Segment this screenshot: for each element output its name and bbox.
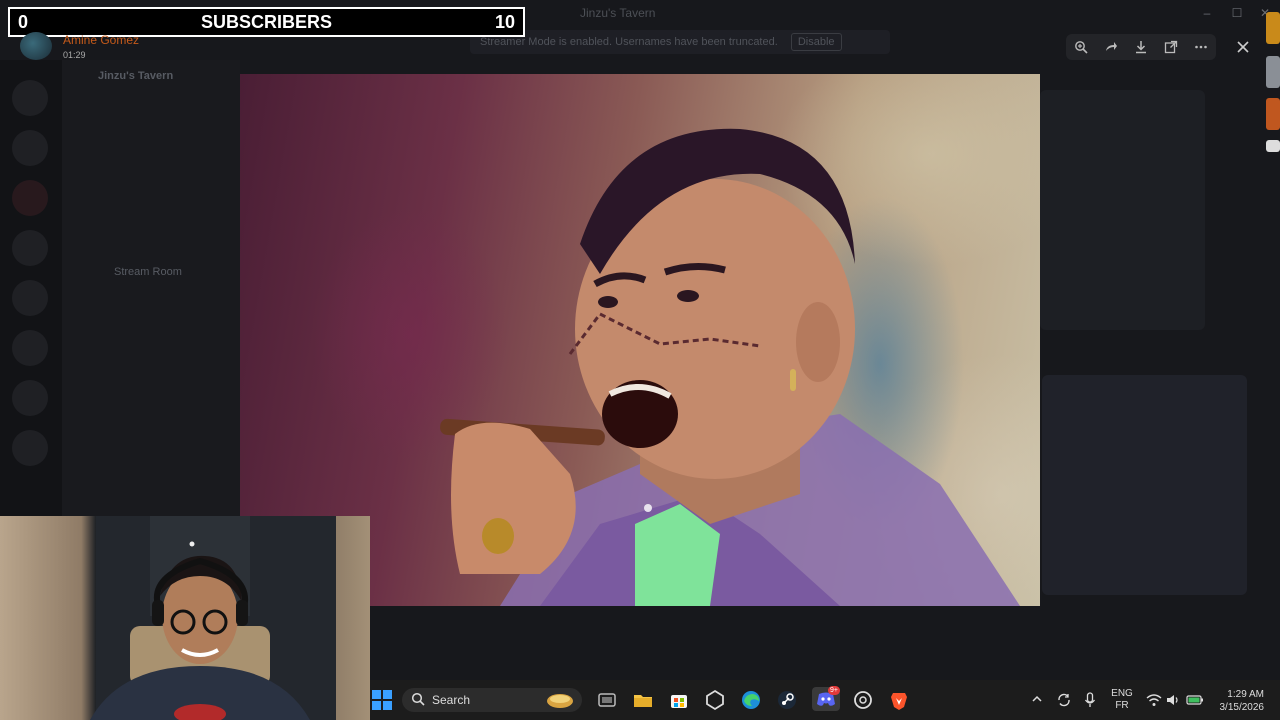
language-code: ENG — [1111, 688, 1133, 699]
server-icon[interactable] — [12, 280, 48, 316]
discord-notification-badge: 9+ — [828, 686, 840, 695]
file-explorer-icon[interactable] — [632, 689, 654, 711]
channel-stream-room[interactable]: Stream Room — [114, 266, 182, 278]
author-name[interactable]: Amine Gomez — [63, 33, 139, 47]
subscriber-goal: 10 — [494, 12, 515, 32]
server-icon[interactable] — [12, 430, 48, 466]
server-icon[interactable] — [12, 80, 48, 116]
avatar[interactable] — [20, 32, 52, 60]
streamer-mode-notice: Streamer Mode is enabled. Usernames have… — [470, 30, 890, 54]
minimize-icon[interactable]: – — [1200, 6, 1214, 20]
task-view-icon[interactable] — [596, 689, 618, 711]
server-rail — [0, 60, 62, 520]
stream-preview-panel — [1042, 375, 1247, 595]
system-clock[interactable]: 1:29 AM 3/15/2026 — [1212, 688, 1265, 714]
brave-browser-icon[interactable] — [888, 689, 910, 711]
subscriber-label: SUBSCRIBERS — [200, 12, 333, 32]
windows-start-icon[interactable] — [372, 690, 392, 710]
webcam-feed — [0, 516, 370, 720]
battery-icon[interactable] — [1186, 693, 1204, 707]
clock-date: 3/15/2026 — [1219, 702, 1265, 713]
store-icon[interactable] — [668, 689, 690, 711]
chatgpt-icon[interactable] — [852, 689, 874, 711]
member-panel — [1040, 90, 1205, 330]
server-icon[interactable] — [12, 130, 48, 166]
more-icon[interactable] — [1186, 34, 1216, 60]
speaker-icon[interactable] — [1166, 693, 1180, 707]
channel-list: Jinzu's Tavern Stream Room — [62, 60, 240, 520]
zoom-in-icon[interactable] — [1066, 34, 1096, 60]
maximize-icon[interactable]: ☐ — [1230, 6, 1244, 20]
notice-disable-button[interactable]: Disable — [790, 33, 842, 51]
open-external-icon[interactable] — [1156, 34, 1186, 60]
chevron-up-icon[interactable] — [1030, 692, 1044, 706]
side-widget — [1266, 140, 1280, 152]
edge-browser-icon[interactable] — [740, 689, 762, 711]
close-icon[interactable] — [1230, 34, 1256, 60]
side-widget — [1266, 56, 1280, 88]
clock-time: 1:29 AM — [1227, 689, 1264, 700]
image-viewer-toolbar — [1066, 34, 1216, 60]
server-icon[interactable] — [12, 380, 48, 416]
wifi-icon[interactable] — [1146, 693, 1162, 707]
window-title: Jinzu's Tavern — [580, 6, 656, 20]
steam-icon[interactable] — [776, 689, 798, 711]
keyboard-layout: FR — [1115, 700, 1129, 711]
search-label: Search — [432, 693, 471, 707]
server-name[interactable]: Jinzu's Tavern — [98, 70, 173, 82]
server-icon[interactable] — [12, 330, 48, 366]
search-icon — [411, 692, 425, 706]
sync-icon[interactable] — [1056, 692, 1072, 708]
server-icon[interactable] — [12, 230, 48, 266]
download-icon[interactable] — [1126, 34, 1156, 60]
side-widget — [1266, 98, 1280, 130]
server-icon[interactable] — [12, 180, 48, 216]
forward-icon[interactable] — [1096, 34, 1126, 60]
input-language[interactable]: ENG FR — [1110, 688, 1134, 712]
unity-hub-icon[interactable] — [704, 689, 726, 711]
microphone-icon[interactable] — [1084, 692, 1096, 708]
notice-text: Streamer Mode is enabled. Usernames have… — [480, 36, 778, 48]
side-widget — [1266, 12, 1280, 44]
author-timestamp: 01:29 — [63, 50, 86, 60]
search-highlight-icon — [545, 690, 575, 710]
webcam-illustration — [90, 516, 336, 720]
